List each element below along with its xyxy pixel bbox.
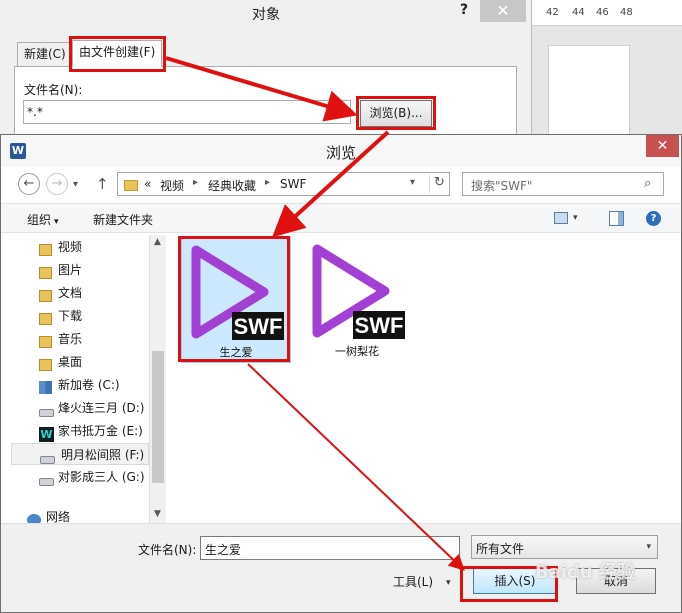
annotation-arrows (165, 56, 465, 571)
arrow-to-browse (165, 56, 358, 122)
arrow-to-insert (247, 363, 465, 571)
arrow-to-file (272, 130, 390, 238)
watermark: Baidu 经验 (535, 562, 636, 583)
